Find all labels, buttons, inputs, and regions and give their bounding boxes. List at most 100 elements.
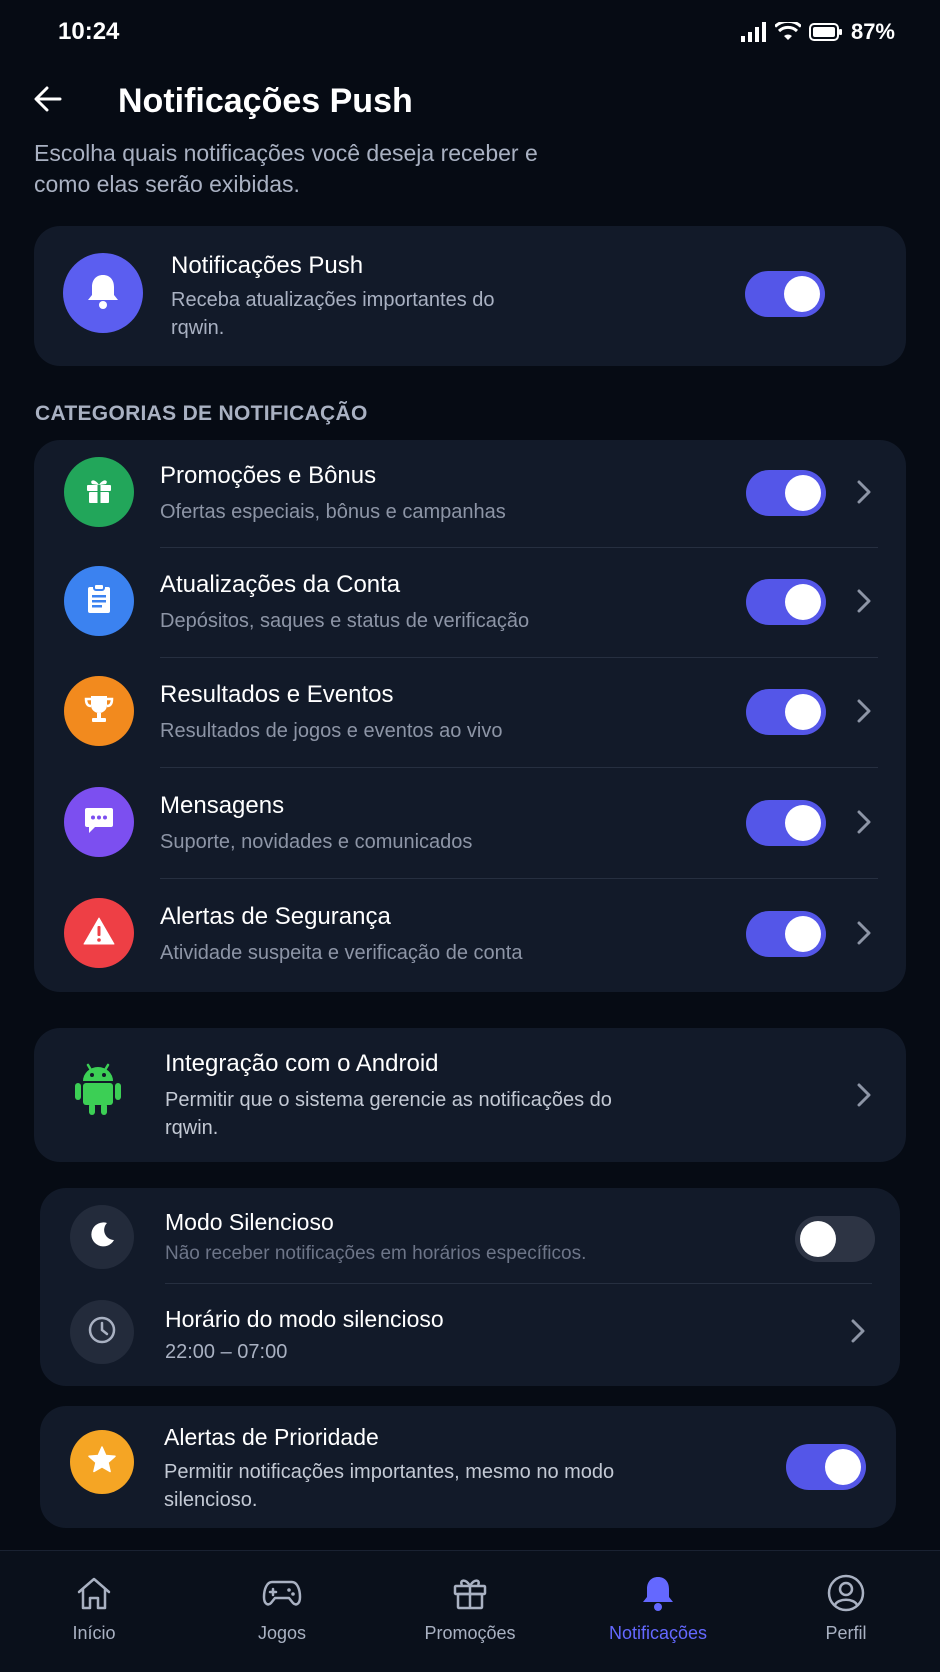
priority-title: Alertas de Prioridade [164,1424,379,1450]
nav-label: Jogos [257,1623,307,1643]
page-title: Notificações Push [118,81,413,120]
priority-icon-badge [70,1430,134,1494]
schedule-icon-badge [70,1300,134,1364]
category-description: Ofertas especiais, bônus e campanhas [160,501,506,523]
android-description: Permitir que o sistema gerencie as notif… [165,1089,612,1139]
nav-promocoes[interactable]: Promoções [376,1551,564,1672]
toggle-knob [825,1449,861,1485]
status-bar: 10:24 87% [0,0,940,64]
nav-label: Perfil [825,1623,867,1643]
chevron-right-icon [854,1080,874,1110]
category-title: Resultados e Eventos [160,681,394,708]
push-master-card: Notificações Push Receba atualizações im… [34,226,906,366]
quiet-mode-description: Não receber notificações em horários esp… [165,1243,587,1264]
bell-icon [638,1573,678,1613]
quiet-mode-toggle[interactable] [795,1216,875,1262]
category-icon-badge [64,898,134,968]
category-icon-badge [64,676,134,746]
signal-icon [740,22,767,42]
chevron-right-icon [854,918,874,948]
nav-label: Início [72,1623,116,1643]
header: Notificações Push [34,78,413,124]
category-description: Atividade suspeita e verificação de cont… [160,942,523,964]
warning-icon [83,916,115,951]
category-icon-badge [64,457,134,527]
divider [160,547,878,548]
category-description: Resultados de jogos e eventos ao vivo [160,720,503,742]
battery-percent: 87% [850,19,895,44]
quiet-mode-title: Modo Silencioso [165,1209,334,1235]
category-icon-badge [64,566,134,636]
category-toggle-conta[interactable] [746,579,826,625]
toggle-knob [785,584,821,620]
user-icon [826,1573,866,1613]
nav-jogos[interactable]: Jogos [188,1551,376,1672]
back-button[interactable] [34,78,80,124]
nav-label: Promoções [424,1623,516,1643]
category-row-seguranca[interactable]: Alertas de Segurança Atividade suspeita … [34,881,906,991]
toggle-knob [785,805,821,841]
toggle-knob [800,1221,836,1257]
arrow-left-icon [34,86,62,117]
star-icon [87,1445,117,1480]
quiet-icon-badge [70,1205,134,1269]
toggle-knob [784,276,820,312]
divider [160,657,878,658]
android-icon [74,1061,122,1122]
chevron-right-icon [848,1316,868,1346]
toggle-knob [785,475,821,511]
quiet-mode-card: Modo Silencioso Não receber notificações… [40,1188,900,1386]
category-toggle-seguranca[interactable] [746,911,826,957]
bell-icon [85,272,121,315]
category-title: Mensagens [160,792,285,819]
push-master-title: Notificações Push [171,252,364,279]
category-toggle-promocoes[interactable] [746,470,826,516]
section-label-categories: CATEGORIAS DE NOTIFICAÇÃO [35,402,368,425]
gift-icon [450,1573,490,1613]
quiet-schedule-value: 22:00 – 07:00 [165,1341,288,1363]
gift-icon [83,474,115,511]
moon-icon [87,1220,117,1255]
toggle-knob [785,916,821,952]
categories-card: Promoções e Bônus Ofertas especiais, bôn… [34,440,906,992]
gamepad-icon [262,1573,302,1613]
push-master-toggle[interactable] [745,271,825,317]
category-row-resultados[interactable]: Resultados e Eventos Resultados de jogos… [34,659,906,769]
chevron-right-icon [854,807,874,837]
toggle-knob [785,694,821,730]
chevron-right-icon [854,696,874,726]
category-title: Promoções e Bônus [160,462,377,489]
push-icon-badge [63,253,143,333]
chevron-right-icon [854,477,874,507]
wifi-icon [774,22,801,42]
priority-description: Permitir notificações importantes, mesmo… [164,1461,615,1511]
bottom-nav: Início Jogos Promoções Notificações Perf… [0,1550,940,1672]
quiet-schedule-row[interactable]: Horário do modo silencioso 22:00 – 07:00 [40,1284,900,1384]
category-toggle-mensagens[interactable] [746,800,826,846]
clipboard-icon [85,582,113,620]
chevron-right-icon [854,586,874,616]
nav-perfil[interactable]: Perfil [752,1551,940,1672]
priority-toggle[interactable] [786,1444,866,1490]
nav-label: Notificações [608,1623,708,1643]
nav-inicio[interactable]: Início [0,1551,188,1672]
divider [160,767,878,768]
category-icon-badge [64,787,134,857]
priority-alerts-card: Alertas de Prioridade Permitir notificaç… [40,1406,896,1528]
battery-icon [808,22,843,42]
android-integration-card[interactable]: Integração com o Android Permitir que o … [34,1028,906,1162]
divider [160,878,878,879]
clock-icon [87,1315,117,1350]
category-toggle-resultados[interactable] [746,689,826,735]
category-row-mensagens[interactable]: Mensagens Suporte, novidades e comunicad… [34,770,906,880]
page-subtitle: Escolha quais notificações você deseja r… [34,140,538,197]
status-time: 10:24 [58,18,120,45]
category-title: Atualizações da Conta [160,571,401,598]
quiet-schedule-title: Horário do modo silencioso [165,1306,444,1332]
nav-notificacoes[interactable]: Notificações [564,1551,752,1672]
trophy-icon [83,693,115,730]
category-row-conta[interactable]: Atualizações da Conta Depósitos, saques … [34,549,906,659]
status-icons: 87% [740,19,895,45]
push-master-description: Receba atualizações importantes do rqwin… [171,289,495,339]
category-row-promocoes[interactable]: Promoções e Bônus Ofertas especiais, bôn… [34,440,906,550]
